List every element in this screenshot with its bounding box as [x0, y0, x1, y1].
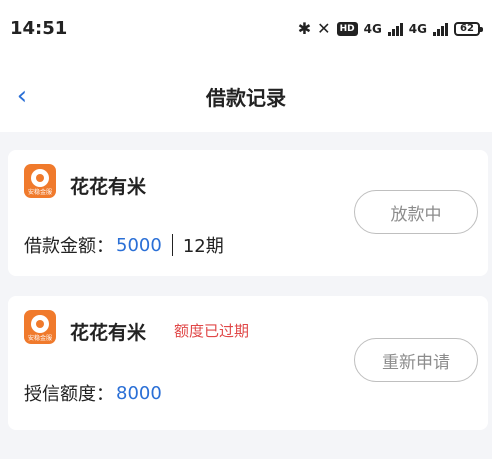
loan-record-card[interactable]: 安稳金服 花花有米 额度已过期 授信额度： 8000 重新申请 — [8, 296, 488, 430]
status-time: 14:51 — [10, 18, 68, 39]
app-name: 花花有米 — [70, 322, 147, 344]
signal-icon-2 — [433, 22, 448, 36]
app-logo-icon: 安稳金服 — [24, 310, 56, 344]
network-label-2: 4G — [408, 21, 427, 36]
hd-icon: HD — [336, 21, 358, 36]
network-label-1: 4G — [363, 21, 382, 36]
status-icons: ✱ ✕ HD 4G 4G 62 — [297, 19, 483, 38]
battery-icon: 62 — [454, 21, 483, 36]
bluetooth-icon: ✱ — [297, 19, 312, 38]
amount-value: 5000 — [116, 234, 162, 256]
page-title: 借款记录 — [206, 86, 286, 110]
app-name: 花花有米 — [70, 176, 147, 198]
divider — [171, 234, 173, 256]
credit-label: 授信额度： — [24, 384, 114, 405]
disbursing-button[interactable]: 放款中 — [354, 190, 478, 234]
loan-record-card[interactable]: 安稳金服 花花有米 借款金额： 5000 12期 放款中 — [8, 150, 488, 276]
credit-line: 授信额度： 8000 — [24, 380, 162, 406]
logo-caption: 安稳金服 — [27, 335, 52, 342]
app-logo-icon: 安稳金服 — [24, 164, 56, 198]
signal-icon — [387, 22, 403, 36]
loan-term: 12期 — [182, 236, 224, 257]
status-bar: 14:51 ✱ ✕ HD 4G 4G 62 — [0, 0, 492, 60]
loan-amount-line: 借款金额： 5000 12期 — [24, 232, 224, 258]
nav-bar: ‹ 借款记录 — [0, 60, 492, 132]
reapply-button[interactable]: 重新申请 — [354, 338, 478, 382]
logo-caption: 安稳金服 — [27, 189, 52, 196]
amount-label: 借款金额： — [24, 236, 114, 257]
expired-status-tag: 额度已过期 — [174, 322, 250, 340]
credit-value: 8000 — [116, 382, 162, 404]
mute-icon: ✕ — [317, 19, 331, 38]
